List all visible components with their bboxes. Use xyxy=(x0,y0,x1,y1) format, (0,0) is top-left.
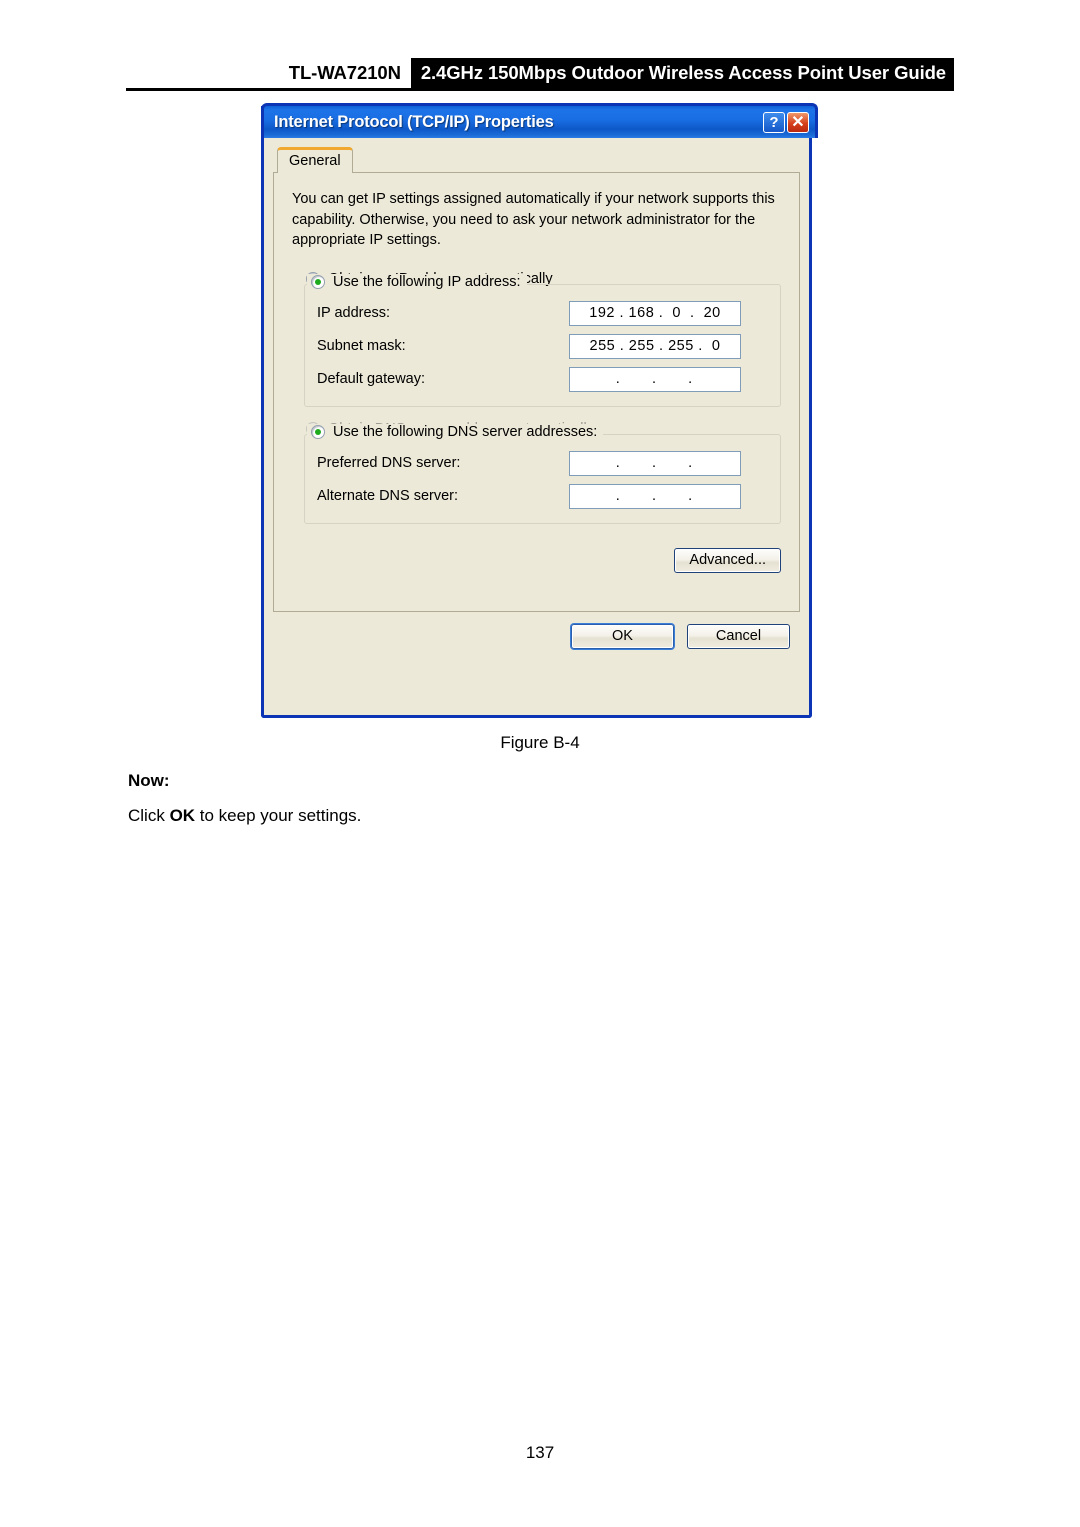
page-number: 137 xyxy=(525,1443,555,1462)
subnet-mask-input[interactable]: 255 . 255 . 255 . 0 xyxy=(569,333,741,359)
header-guide-title: 2.4GHz 150Mbps Outdoor Wireless Access P… xyxy=(410,58,954,88)
header-divider-rule xyxy=(126,88,954,91)
titlebar-buttons: ? ✕ xyxy=(763,111,815,133)
ok-button[interactable]: OK xyxy=(571,624,674,649)
radio-button-icon[interactable] xyxy=(311,274,325,289)
close-icon[interactable]: ✕ xyxy=(787,111,809,133)
now-label: Now: xyxy=(128,771,170,790)
page-header: TL-WA7210N 2.4GHz 150Mbps Outdoor Wirele… xyxy=(0,0,1080,100)
cancel-button[interactable]: Cancel xyxy=(687,624,790,649)
dialog-button-row: OK Cancel xyxy=(273,612,800,649)
field-ip-address: IP address: 192 . 168 . 0 . 20 xyxy=(317,300,768,326)
field-subnet-mask: Subnet mask: 255 . 255 . 255 . 0 xyxy=(317,333,768,359)
dialog-body: General You can get IP settings assigned… xyxy=(264,138,809,658)
radio-button-icon[interactable] xyxy=(311,424,325,439)
figure-caption: Figure B-4 xyxy=(500,733,580,752)
default-gateway-input[interactable]: . . . xyxy=(569,366,741,392)
dialog-titlebar[interactable]: Internet Protocol (TCP/IP) Properties ? … xyxy=(261,103,818,138)
dns-settings-groupbox: Use the following DNS server addresses: … xyxy=(304,423,781,524)
field-label: Default gateway: xyxy=(317,371,426,388)
preferred-dns-input[interactable]: . . . xyxy=(569,450,741,476)
field-label: Subnet mask: xyxy=(317,338,406,355)
instruction-bold-ok: OK xyxy=(169,806,196,825)
radio-use-following-ip[interactable]: Use the following IP address: xyxy=(307,273,527,290)
field-alternate-dns: Alternate DNS server: . . . xyxy=(317,483,768,509)
tcpip-properties-dialog: Internet Protocol (TCP/IP) Properties ? … xyxy=(261,103,818,718)
radio-use-following-dns[interactable]: Use the following DNS server addresses: xyxy=(307,423,604,440)
instruction-prefix: Click xyxy=(128,806,170,825)
alternate-dns-input[interactable]: . . . xyxy=(569,483,741,509)
ip-settings-groupbox: Use the following IP address: IP address… xyxy=(304,273,781,407)
field-label: Alternate DNS server: xyxy=(317,488,459,505)
advanced-button-row: Advanced... xyxy=(290,547,783,573)
tabstrip: General xyxy=(277,146,800,173)
advanced-button[interactable]: Advanced... xyxy=(674,547,781,573)
header-model-name: TL-WA7210N xyxy=(288,58,411,88)
instruction-text: Click OK to keep your settings. xyxy=(128,806,361,826)
header-title-row: TL-WA7210N 2.4GHz 150Mbps Outdoor Wirele… xyxy=(126,58,954,88)
radio-label: Use the following DNS server addresses: xyxy=(333,423,598,440)
field-label: Preferred DNS server: xyxy=(317,455,461,472)
field-label: IP address: xyxy=(317,305,391,322)
intro-text: You can get IP settings assigned automat… xyxy=(292,191,775,249)
tab-general[interactable]: General xyxy=(277,147,353,173)
tab-panel-general: You can get IP settings assigned automat… xyxy=(273,172,800,612)
ip-address-input[interactable]: 192 . 168 . 0 . 20 xyxy=(569,300,741,326)
instruction-suffix: to keep your settings. xyxy=(195,806,362,825)
radio-label: Use the following IP address: xyxy=(333,273,521,290)
help-icon[interactable]: ? xyxy=(763,111,785,133)
field-default-gateway: Default gateway: . . . xyxy=(317,366,768,392)
dialog-title: Internet Protocol (TCP/IP) Properties xyxy=(274,112,554,131)
field-preferred-dns: Preferred DNS server: . . . xyxy=(317,450,768,476)
